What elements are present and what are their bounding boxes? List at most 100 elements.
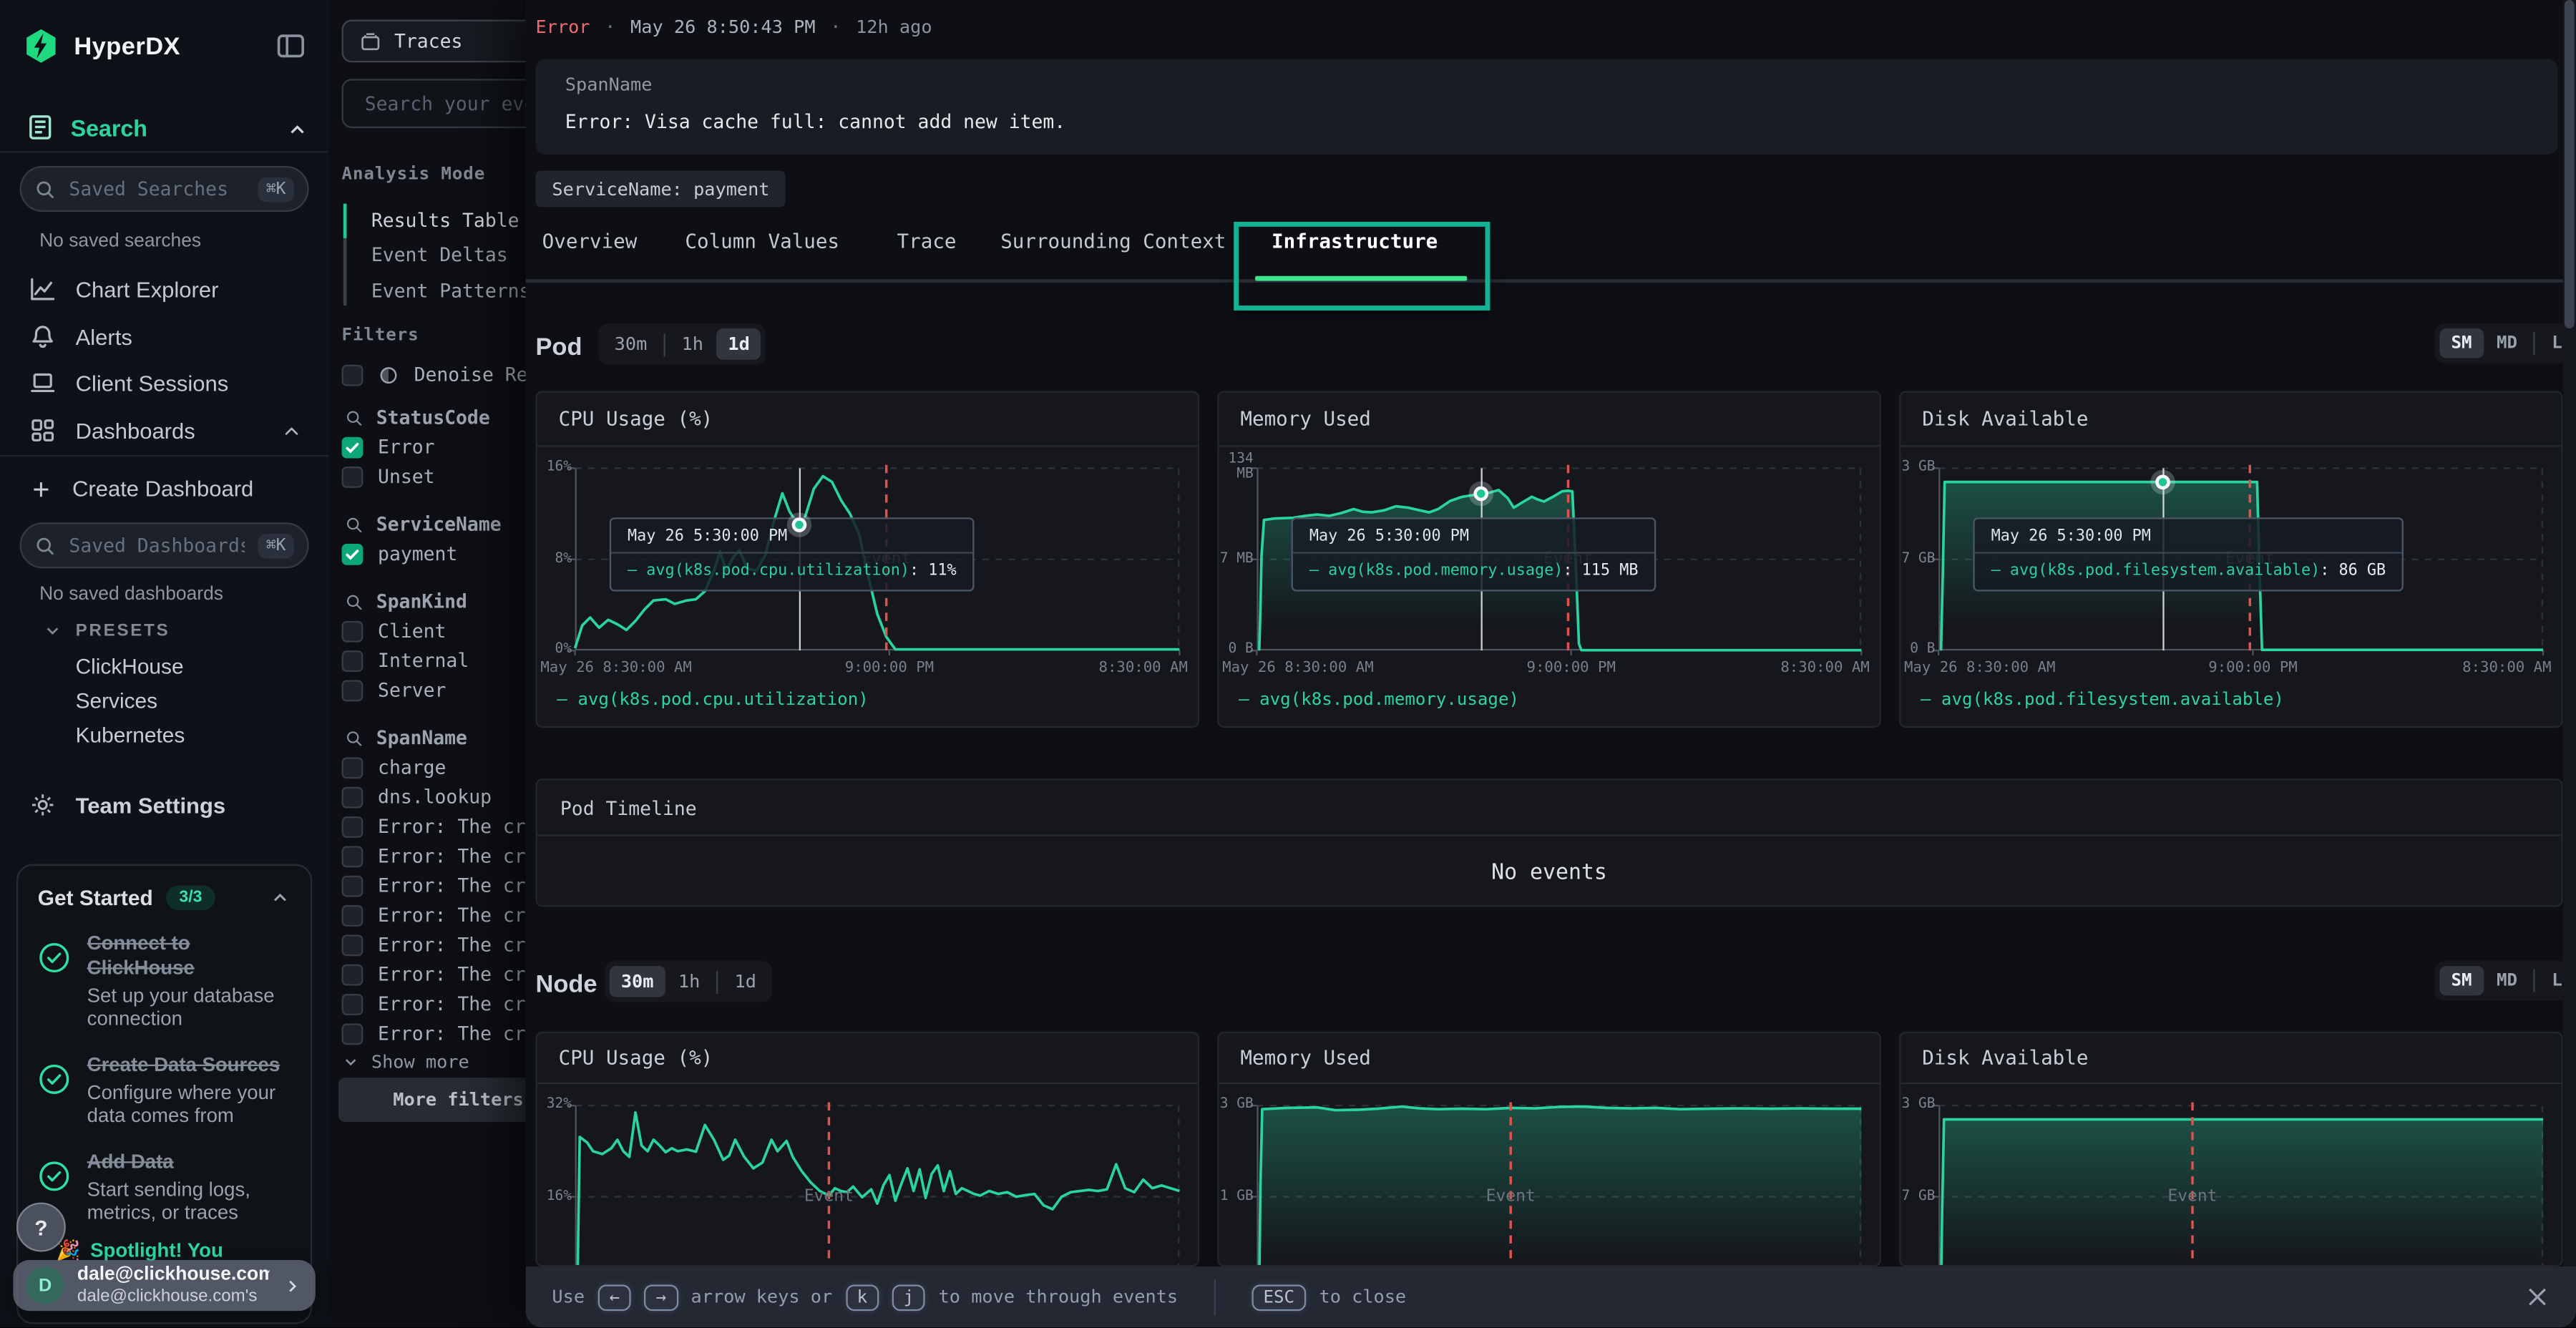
- checkbox-unchecked[interactable]: [342, 993, 364, 1015]
- preset-clickhouse[interactable]: ClickHouse: [76, 654, 184, 678]
- y-axis-tick-label: 93 GB: [1899, 461, 1936, 476]
- sidebar-item-label: Chart Explorer: [76, 277, 219, 301]
- events-search-box[interactable]: [342, 79, 526, 128]
- filter-option[interactable]: Error: The cr: [342, 874, 526, 897]
- filter-option[interactable]: Error: The cr: [342, 904, 526, 927]
- denoise-checkbox[interactable]: [342, 364, 364, 386]
- denoise-option[interactable]: Denoise Results: [342, 363, 526, 386]
- filter-group-name: StatusCode: [376, 406, 490, 429]
- range-option-1d[interactable]: 1d: [723, 966, 768, 997]
- filter-option[interactable]: Internal: [342, 649, 469, 672]
- filter-option[interactable]: Error: The cr: [342, 1022, 526, 1045]
- chart-plot[interactable]: [575, 1105, 1180, 1266]
- sidebar-item-dashboards[interactable]: Dashboards: [0, 409, 328, 452]
- more-filters-button[interactable]: More filters: [338, 1078, 526, 1122]
- scrollbar-thumb[interactable]: [2565, 0, 2575, 328]
- get-started-items: Connect to ClickHouseSet up your databas…: [38, 932, 291, 1224]
- presets-toggle[interactable]: PRESETS: [43, 621, 170, 641]
- checkbox-unchecked[interactable]: [342, 875, 364, 897]
- tab-overview[interactable]: Overview: [542, 230, 638, 253]
- saved-dashboards-input[interactable]: ⌘K: [20, 522, 309, 568]
- checkbox-unchecked[interactable]: [342, 786, 364, 808]
- sidebar-item-client-sessions[interactable]: Client Sessions: [0, 361, 328, 404]
- filter-option[interactable]: charge: [342, 756, 447, 778]
- sidebar-item-chart-explorer[interactable]: Chart Explorer: [0, 268, 328, 311]
- checkbox-unchecked[interactable]: [342, 756, 364, 778]
- range-option-30m[interactable]: 30m: [603, 328, 659, 360]
- chart-plot[interactable]: [1938, 1105, 2543, 1266]
- saved-dashboards-field[interactable]: [66, 532, 248, 559]
- filter-option[interactable]: Error: The cr: [342, 844, 526, 867]
- user-chip[interactable]: D dale@clickhouse.com dale@clickhouse.co…: [13, 1260, 315, 1311]
- tooltip-value: : 11%: [909, 562, 957, 580]
- get-started-item-title[interactable]: Add Data: [87, 1149, 291, 1173]
- tab-surrounding-context[interactable]: Surrounding Context: [1000, 230, 1226, 253]
- analysis-mode-event-patterns[interactable]: Event Patterns: [371, 279, 526, 302]
- checkbox-unchecked[interactable]: [342, 679, 364, 700]
- help-button[interactable]: ?: [16, 1203, 66, 1252]
- range-option-1h[interactable]: 1h: [670, 328, 715, 360]
- range-option-1d[interactable]: 1d: [716, 328, 761, 360]
- filter-option[interactable]: Error: The cr: [342, 962, 526, 985]
- range-option-md[interactable]: MD: [2485, 328, 2529, 358]
- filter-option[interactable]: Error: The cr: [342, 815, 526, 838]
- promo-row: 🎉 Spotlight! You: [56, 1239, 223, 1261]
- analysis-mode-results-table[interactable]: Results Table: [371, 209, 519, 232]
- tab-trace[interactable]: Trace: [897, 230, 957, 253]
- range-option-1h[interactable]: 1h: [667, 966, 712, 997]
- checkbox-unchecked[interactable]: [342, 934, 364, 955]
- checkbox-unchecked[interactable]: [342, 904, 364, 926]
- create-dashboard-button[interactable]: Create Dashboard: [29, 477, 253, 501]
- denoise-label: Denoise Results: [414, 363, 526, 386]
- preset-kubernetes[interactable]: Kubernetes: [76, 723, 185, 747]
- close-icon[interactable]: [2525, 1284, 2550, 1309]
- source-select[interactable]: Traces: [342, 20, 526, 63]
- chevron-up-icon[interactable]: [281, 420, 303, 441]
- filter-option[interactable]: Unset: [342, 465, 435, 488]
- search-section-chevron-up-icon[interactable]: [286, 118, 308, 141]
- tab-column-values[interactable]: Column Values: [685, 230, 839, 253]
- checkbox-unchecked[interactable]: [342, 466, 364, 487]
- chart-plot[interactable]: [1257, 1105, 1861, 1266]
- checkbox-unchecked[interactable]: [342, 964, 364, 985]
- filter-option[interactable]: Error: [342, 435, 435, 458]
- filter-option[interactable]: Server: [342, 678, 447, 701]
- checkbox-unchecked[interactable]: [342, 1022, 364, 1044]
- get-started-item-title[interactable]: Create Data Sources: [87, 1053, 291, 1077]
- filter-option[interactable]: Error: The cr: [342, 933, 526, 956]
- saved-searches-input[interactable]: ⌘K: [20, 166, 309, 212]
- grid-icon: [29, 417, 56, 444]
- filter-option[interactable]: dns.lookup: [342, 785, 492, 808]
- get-started-item-title[interactable]: Connect to ClickHouse: [87, 932, 291, 981]
- sidebar-section-search[interactable]: Search: [26, 113, 147, 141]
- checkbox-unchecked[interactable]: [342, 620, 364, 642]
- range-option-30m[interactable]: 30m: [610, 966, 665, 997]
- y-axis-tick-label: 134 MB: [1217, 453, 1254, 484]
- checkbox-unchecked[interactable]: [342, 650, 364, 671]
- filter-option[interactable]: Error: The cr: [342, 992, 526, 1015]
- search-section-label: Search: [71, 114, 147, 141]
- sidebar-item-alerts[interactable]: Alerts: [0, 316, 328, 358]
- sidebar-item-team-settings[interactable]: Team Settings: [0, 783, 328, 826]
- mode-rail-active: [343, 204, 347, 238]
- range-option-sm[interactable]: SM: [2439, 328, 2483, 358]
- tooltip-metric: — avg(k8s.pod.cpu.utilization): [628, 562, 909, 580]
- show-more-button[interactable]: Show more: [342, 1051, 469, 1073]
- service-name-tag[interactable]: ServiceName: payment: [535, 171, 786, 208]
- filter-option[interactable]: payment: [342, 542, 458, 565]
- checkbox-checked[interactable]: [342, 436, 364, 458]
- get-started-item-subtitle: Configure where your data comes from: [87, 1080, 291, 1128]
- checkbox-unchecked[interactable]: [342, 816, 364, 837]
- collapse-sidebar-icon[interactable]: [276, 31, 306, 61]
- get-started-chevron-up-icon[interactable]: [270, 887, 291, 909]
- saved-searches-field[interactable]: [66, 176, 248, 202]
- range-option-md[interactable]: MD: [2485, 966, 2529, 995]
- checkbox-checked[interactable]: [342, 543, 364, 565]
- range-option-sm[interactable]: SM: [2439, 966, 2483, 995]
- preset-services[interactable]: Services: [76, 688, 157, 713]
- events-search-input[interactable]: [361, 90, 526, 117]
- chevron-right-icon: [283, 1276, 303, 1296]
- analysis-mode-event-deltas[interactable]: Event Deltas: [371, 243, 508, 266]
- filter-option[interactable]: Client: [342, 620, 447, 643]
- checkbox-unchecked[interactable]: [342, 845, 364, 866]
